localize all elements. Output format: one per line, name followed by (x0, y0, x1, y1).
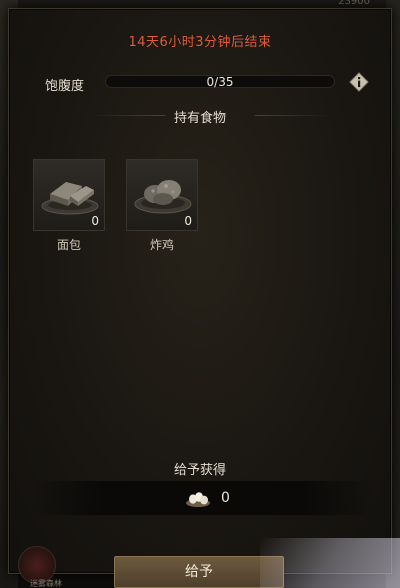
reward-value: 0 (221, 490, 230, 506)
food-slot[interactable]: 0 (33, 159, 105, 231)
fried-chicken-icon (134, 180, 192, 214)
food-quantity: 0 (91, 214, 99, 228)
feeding-panel: 14天6小时3分钟后结束 饱腹度 0/35 持有食物 0 面包 0 炸鸡 给予获… (8, 8, 392, 574)
food-section-title: 持有食物 (173, 111, 226, 126)
give-button[interactable]: 给予 (114, 556, 284, 588)
food-item-bread[interactable]: 0 面包 (33, 159, 109, 253)
food-quantity: 0 (184, 214, 192, 228)
satiety-value: 0/35 (206, 75, 234, 89)
background-resource-count: 23900 (338, 0, 370, 7)
food-slot[interactable]: 0 (126, 159, 198, 231)
food-header-divider-right (255, 115, 331, 116)
satiety-label: 饱腹度 (45, 79, 85, 94)
info-icon[interactable] (349, 72, 369, 92)
corner-glare (260, 538, 400, 588)
food-name: 炸鸡 (149, 238, 174, 252)
eggs-icon (186, 492, 210, 507)
event-countdown: 14天6小时3分钟后结束 (128, 35, 272, 50)
bread-icon (41, 182, 99, 215)
food-item-fried-chicken[interactable]: 0 炸鸡 (126, 159, 202, 253)
give-reward-title: 给予获得 (173, 463, 226, 478)
food-name: 面包 (56, 238, 81, 252)
map-portal-caption: 迷雾森林 (30, 579, 62, 588)
reward-box: 0 (31, 481, 373, 515)
